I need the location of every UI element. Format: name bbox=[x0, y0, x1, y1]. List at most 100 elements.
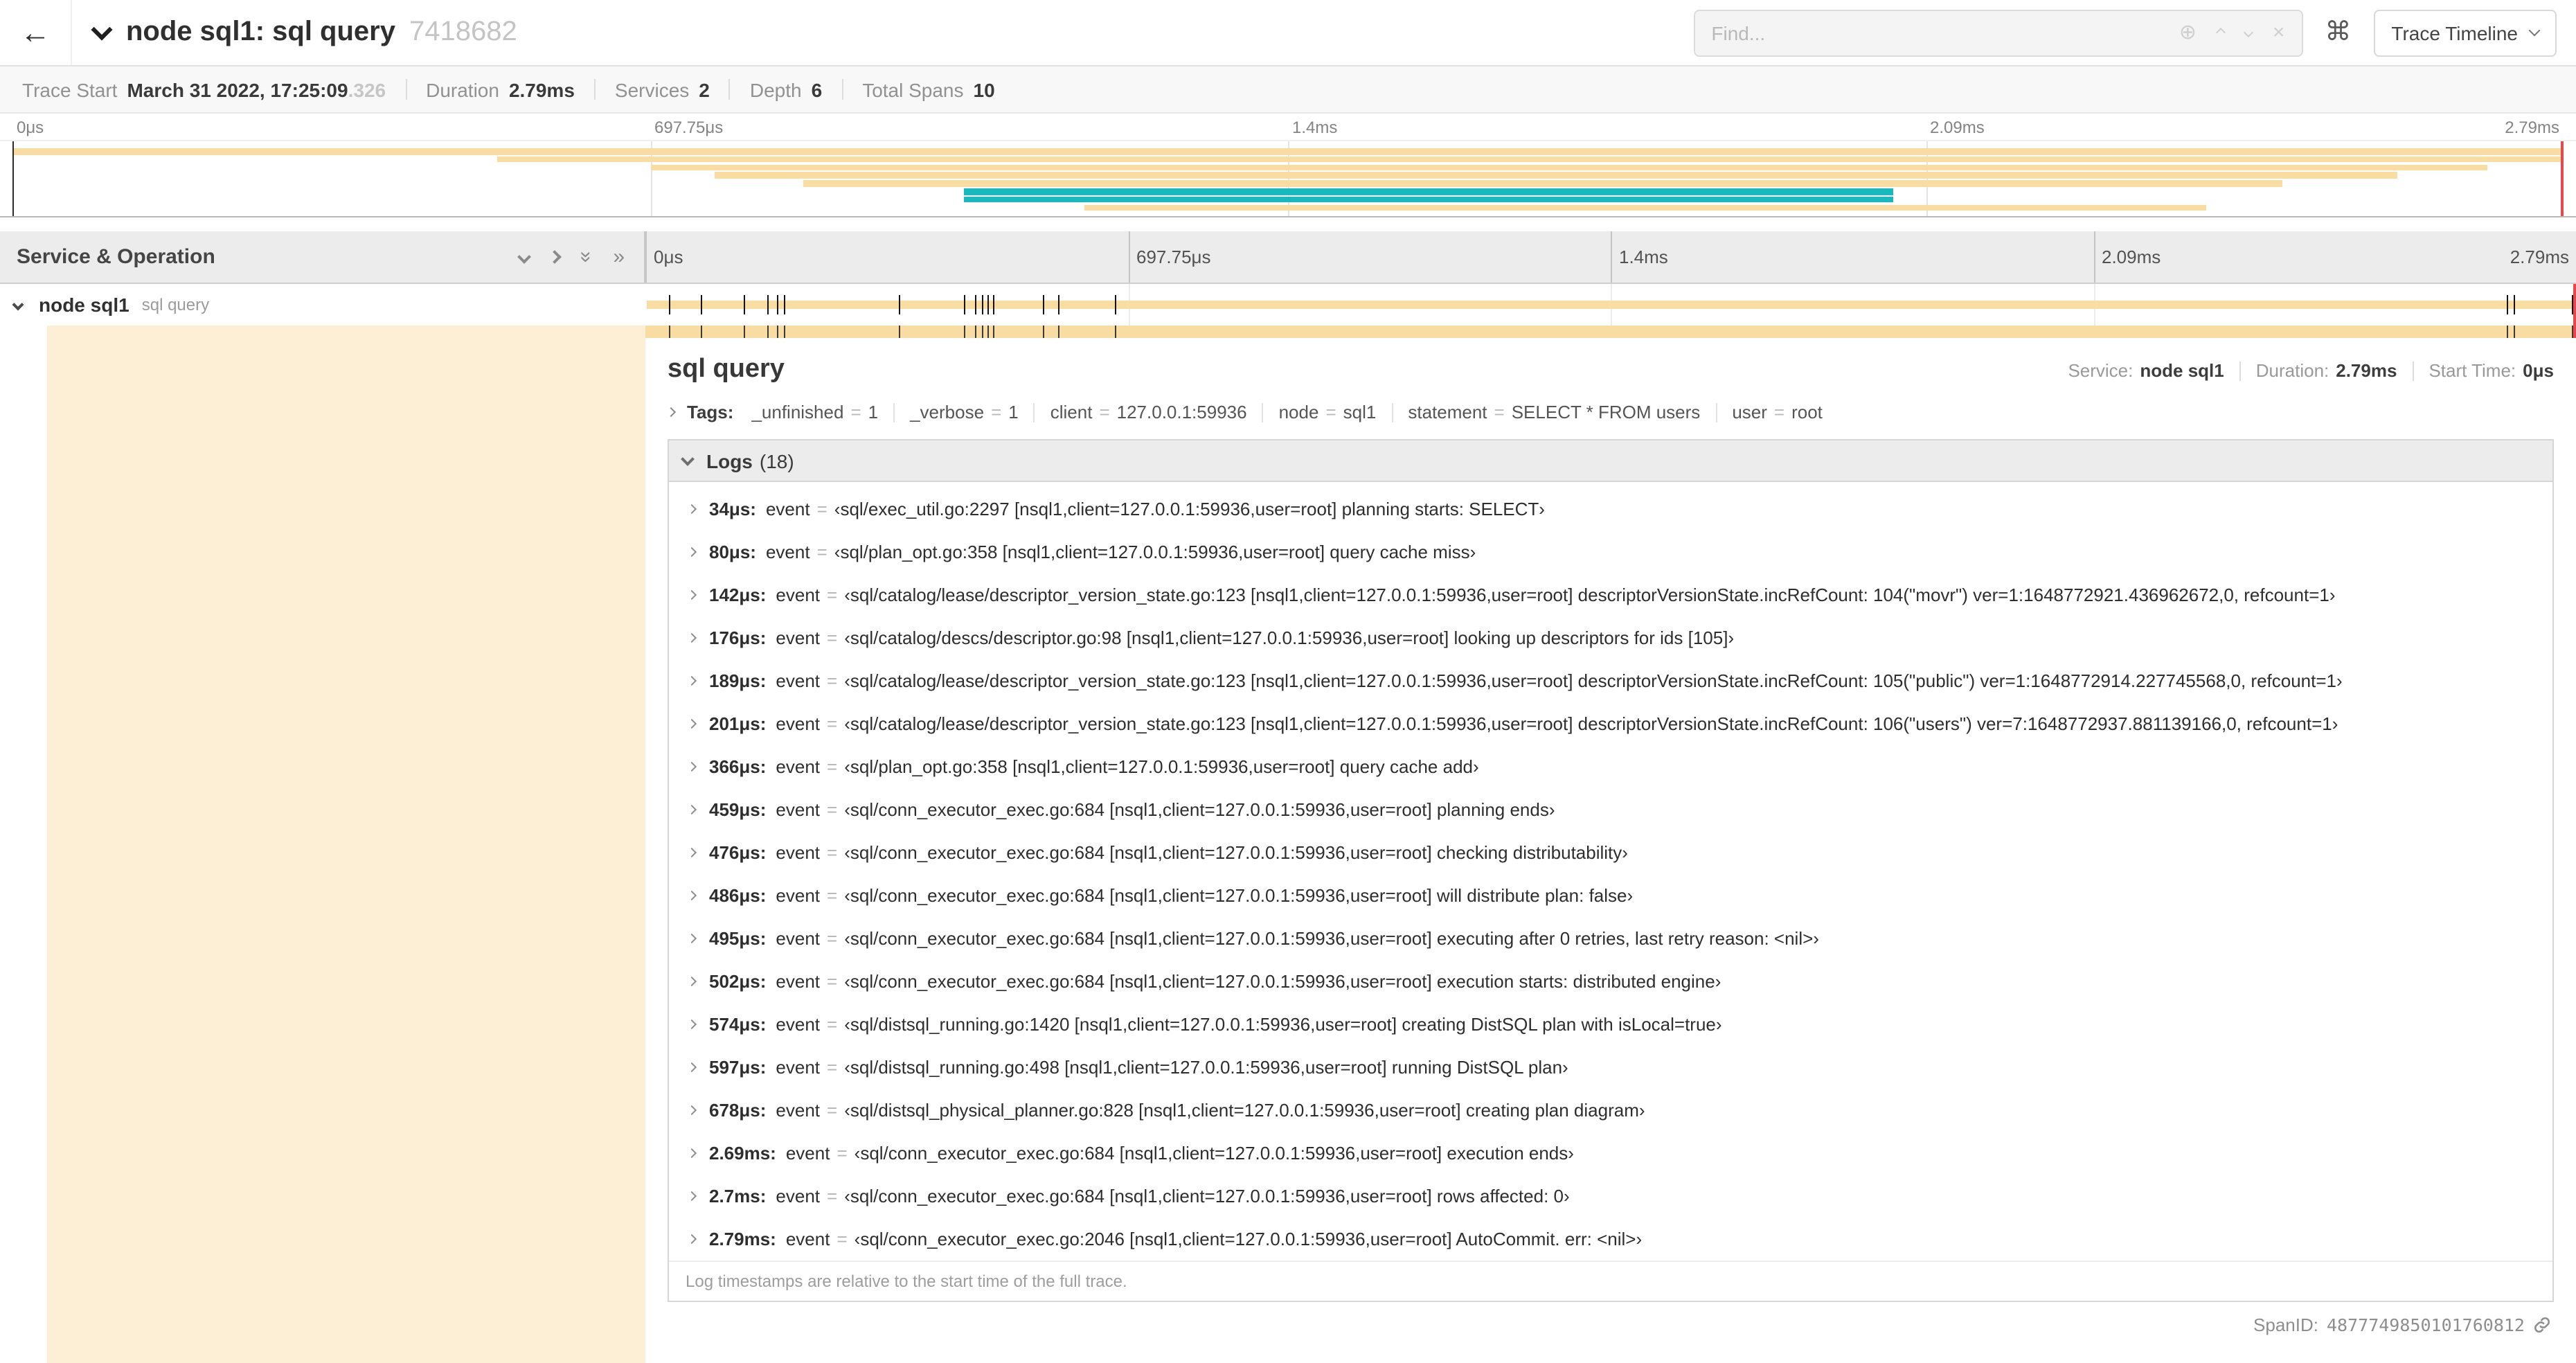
minimap-span bbox=[1084, 204, 2207, 211]
log-marker-tick bbox=[701, 326, 703, 338]
log-entry[interactable]: 495μs: event = ‹sql/conn_executor_exec.go:6… bbox=[688, 917, 2536, 960]
expand-all-icon[interactable]: » bbox=[613, 247, 625, 267]
find-group: ⊕ × bbox=[1693, 9, 2303, 56]
log-entry[interactable]: 201μs: event = ‹sql/catalog/lease/descripto… bbox=[688, 702, 2536, 745]
expand-one-icon[interactable] bbox=[548, 250, 562, 264]
log-equals: = bbox=[827, 799, 838, 819]
minimap-span bbox=[964, 188, 1893, 195]
log-entry[interactable]: 176μs: event = ‹sql/catalog/descs/descripto… bbox=[688, 616, 2536, 659]
duration-label: Duration: bbox=[2255, 360, 2329, 381]
detail-span-bar-strip bbox=[645, 326, 2576, 338]
log-entry[interactable]: 459μs: event = ‹sql/conn_executor_exec.go:6… bbox=[688, 788, 2536, 831]
minimap-drag-handle[interactable] bbox=[12, 141, 14, 216]
log-equals: = bbox=[827, 1185, 838, 1206]
minimap-axis-label: 2.79ms bbox=[2505, 118, 2559, 137]
log-entry[interactable]: 2.79ms: event = ‹sql/conn_executor_exec.go:… bbox=[688, 1218, 2536, 1260]
log-entry[interactable]: 2.69ms: event = ‹sql/conn_executor_exec.go:… bbox=[688, 1132, 2536, 1175]
log-entry[interactable]: 476μs: event = ‹sql/conn_executor_exec.go:6… bbox=[688, 831, 2536, 874]
minimap-canvas[interactable] bbox=[0, 140, 2576, 217]
back-button[interactable]: ← bbox=[0, 0, 72, 65]
next-result-icon[interactable] bbox=[2243, 27, 2253, 38]
chevron-right-icon bbox=[688, 632, 697, 643]
span-id-value: 4877749850101760812 bbox=[2327, 1315, 2525, 1335]
find-input[interactable] bbox=[1694, 10, 2163, 55]
log-entry[interactable]: 574μs: event = ‹sql/distsql_running.go:1420… bbox=[688, 1003, 2536, 1046]
span-duration-bar[interactable] bbox=[647, 301, 2573, 309]
log-field-value: ‹sql/conn_executor_exec.go:684 [nsql1,cl… bbox=[844, 884, 1634, 905]
ruler-tick: 697.75μs bbox=[1128, 231, 1211, 283]
trace-header-collapse-button[interactable] bbox=[91, 18, 113, 40]
span-link-icon[interactable] bbox=[2533, 1316, 2551, 1334]
trace-info-separator bbox=[728, 79, 731, 100]
tag-equals: = bbox=[991, 402, 1002, 422]
trace-end-marker bbox=[2573, 284, 2576, 326]
span-operation-name: sql query bbox=[141, 295, 210, 314]
tag-key: user bbox=[1732, 402, 1767, 422]
chevron-down-icon bbox=[91, 18, 113, 40]
back-arrow-icon: ← bbox=[20, 15, 51, 49]
log-timestamp: 34μs: bbox=[709, 498, 756, 519]
trace-info-label: Duration bbox=[426, 78, 499, 100]
collapse-one-icon[interactable] bbox=[517, 250, 532, 264]
chevron-right-icon bbox=[688, 1062, 697, 1073]
log-field-value: ‹sql/catalog/descs/descriptor.go:98 [nsq… bbox=[844, 627, 1735, 648]
chevron-right-icon bbox=[688, 546, 697, 558]
log-marker-tick bbox=[964, 326, 965, 338]
tags-accordion[interactable]: Tags: _unfinished = 1 _verbose = 1 client = 127.… bbox=[665, 402, 2554, 422]
span-row-name-cell[interactable]: node sql1 sql query bbox=[0, 284, 645, 326]
log-timestamp: 502μs: bbox=[709, 970, 767, 991]
chevron-right-icon bbox=[688, 847, 697, 858]
logs-header[interactable]: Logs (18) bbox=[669, 440, 2552, 482]
log-equals: = bbox=[827, 627, 838, 648]
log-equals: = bbox=[837, 1142, 848, 1163]
log-entry[interactable]: 189μs: event = ‹sql/catalog/lease/descripto… bbox=[688, 659, 2536, 702]
log-field-value: ‹sql/conn_executor_exec.go:684 [nsql1,cl… bbox=[844, 970, 1721, 991]
keyboard-shortcuts-button[interactable]: ⌘ bbox=[2325, 19, 2351, 46]
trace-end-marker bbox=[2573, 326, 2576, 338]
detail-title-bar: sql query Service: node sql1 Duration: 2… bbox=[668, 355, 2554, 385]
previous-result-icon[interactable] bbox=[2215, 27, 2226, 38]
log-entry[interactable]: 678μs: event = ‹sql/distsql_physical_planne… bbox=[688, 1089, 2536, 1132]
log-equals: = bbox=[827, 1013, 838, 1034]
detail-content: sql query Service: node sql1 Duration: 2… bbox=[645, 338, 2576, 1363]
log-entry[interactable]: 34μs: event = ‹sql/exec_util.go:2297 [nsql1… bbox=[688, 488, 2536, 531]
chevron-right-icon bbox=[688, 504, 697, 515]
zoom-to-match-icon[interactable]: ⊕ bbox=[2179, 22, 2197, 43]
tag-value: 1 bbox=[1008, 402, 1019, 422]
tag-value: SELECT * FROM users bbox=[1511, 402, 1701, 422]
log-field-value: ‹sql/distsql_running.go:498 [nsql1,clien… bbox=[844, 1056, 1568, 1077]
trace-view-dropdown[interactable]: Trace Timeline bbox=[2373, 9, 2557, 56]
trace-info-item: Duration 2.79ms bbox=[426, 78, 575, 100]
log-timestamp: 574μs: bbox=[709, 1013, 767, 1034]
log-field-value: ‹sql/conn_executor_exec.go:684 [nsql1,cl… bbox=[844, 841, 1628, 862]
log-entry[interactable]: 80μs: event = ‹sql/plan_opt.go:358 [nsql1,c… bbox=[688, 531, 2536, 573]
log-entry[interactable]: 597μs: event = ‹sql/distsql_running.go:498 … bbox=[688, 1046, 2536, 1089]
tag-value: sql1 bbox=[1343, 402, 1377, 422]
log-marker-tick bbox=[668, 326, 670, 338]
chevron-right-icon bbox=[688, 1233, 697, 1245]
log-timestamp: 486μs: bbox=[709, 884, 767, 905]
chevron-down-icon bbox=[2528, 24, 2541, 37]
log-entry[interactable]: 366μs: event = ‹sql/plan_opt.go:358 [nsql1,… bbox=[688, 745, 2536, 788]
log-entry[interactable]: 502μs: event = ‹sql/conn_executor_exec.go:6… bbox=[688, 960, 2536, 1003]
log-entry[interactable]: 142μs: event = ‹sql/catalog/lease/descripto… bbox=[688, 573, 2536, 616]
detail-span-bar[interactable] bbox=[645, 326, 2576, 338]
log-field-value: ‹sql/conn_executor_exec.go:2046 [nsql1,c… bbox=[854, 1228, 1643, 1249]
log-timestamp: 80μs: bbox=[709, 541, 756, 562]
clear-search-icon[interactable]: × bbox=[2273, 22, 2285, 43]
log-marker-tick bbox=[1058, 326, 1060, 338]
logs-footer-note: Log timestamps are relative to the start… bbox=[669, 1260, 2552, 1301]
log-entry[interactable]: 486μs: event = ‹sql/conn_executor_exec.go:6… bbox=[688, 874, 2536, 917]
log-field-value: ‹sql/conn_executor_exec.go:684 [nsql1,cl… bbox=[844, 927, 1819, 948]
span-expander-icon[interactable] bbox=[12, 299, 24, 311]
log-marker-tick bbox=[784, 326, 786, 338]
log-marker-tick bbox=[981, 326, 983, 338]
chevron-right-icon bbox=[688, 589, 697, 600]
log-equals: = bbox=[837, 1228, 848, 1249]
log-field-value: ‹sql/conn_executor_exec.go:684 [nsql1,cl… bbox=[844, 1185, 1570, 1206]
service-operation-title: Service & Operation bbox=[17, 245, 215, 269]
collapse-all-icon[interactable]: » bbox=[575, 251, 598, 263]
trace-minimap: 0μs 697.75μs 1.4ms 2.09ms 2.79ms bbox=[0, 114, 2576, 217]
log-entry[interactable]: 2.7ms: event = ‹sql/conn_executor_exec.go:6… bbox=[688, 1175, 2536, 1218]
service-label: Service: bbox=[2068, 360, 2134, 381]
